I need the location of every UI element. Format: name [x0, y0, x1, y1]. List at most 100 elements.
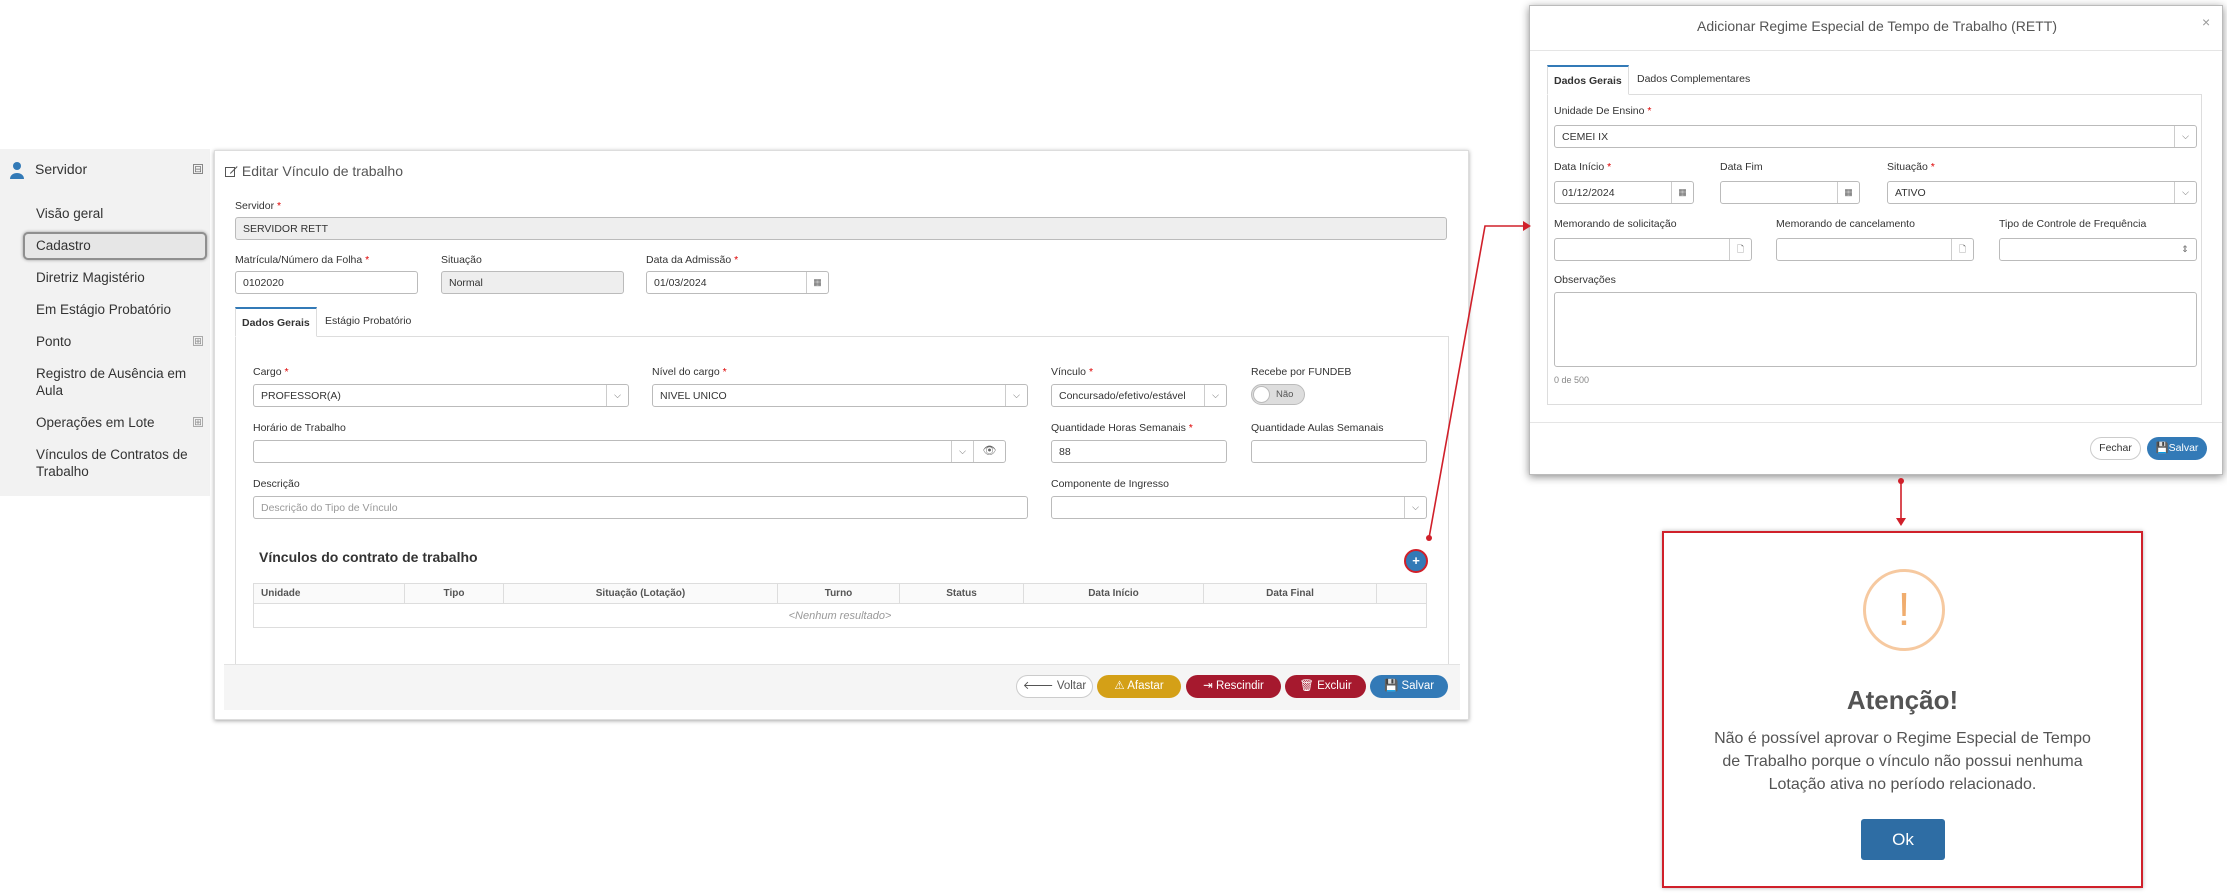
collapse-icon[interactable]: ⊟	[193, 164, 203, 174]
label-text: Data Início	[1554, 161, 1605, 173]
ok-button[interactable]: Ok	[1861, 819, 1945, 860]
chevron-down-icon[interactable]: ⌵	[2174, 126, 2196, 147]
warning-icon: ⚠	[1114, 680, 1128, 692]
sidebar-item-registro-ausencia[interactable]: Registro de Ausência em Aula	[36, 365, 196, 399]
chevron-down-icon[interactable]: ⌵	[1204, 385, 1226, 406]
expand-icon[interactable]: ⊞	[193, 417, 203, 427]
col-tipo[interactable]: Tipo	[405, 584, 504, 604]
col-unidade[interactable]: Unidade	[254, 584, 405, 604]
cargo-select[interactable]: PROFESSOR(A) ⌵	[253, 384, 629, 407]
label-text: Quantidade Horas Semanais	[1051, 422, 1186, 434]
voltar-label: Voltar	[1056, 680, 1087, 692]
sidebar-item-estagio-probatorio[interactable]: Em Estágio Probatório	[36, 301, 171, 318]
tab-dados-complementares[interactable]: Dados Complementares	[1631, 65, 1756, 95]
sidebar-item-diretriz-magisterio[interactable]: Diretriz Magistério	[36, 269, 145, 286]
sidebar-item-vinculos-contratos[interactable]: Vínculos de Contratos de Trabalho	[36, 446, 201, 480]
nivel-label: Nível do cargo *	[652, 366, 727, 378]
tab-dados-gerais[interactable]: Dados Gerais	[235, 307, 317, 337]
file-icon[interactable]: 🗋	[1951, 239, 1973, 260]
excluir-label: Excluir	[1317, 680, 1352, 692]
section-title: Vínculos do contrato de trabalho	[259, 549, 478, 565]
plus-icon: +	[1412, 553, 1420, 568]
salvar-button[interactable]: 💾 Salvar	[1370, 675, 1448, 698]
calendar-icon[interactable]: ▦	[806, 272, 828, 293]
sidebar-item-ponto[interactable]: Ponto	[36, 333, 71, 350]
afastar-label: Afastar	[1127, 680, 1164, 692]
sidebar-header[interactable]: Servidor ⊟	[0, 149, 210, 191]
alert-message: Não é possível aprovar o Regime Especial…	[1714, 730, 2091, 793]
modal-salvar-button[interactable]: 💾Salvar	[2147, 437, 2207, 460]
cargo-value: PROFESSOR(A)	[261, 390, 341, 402]
matricula-field[interactable]: 0102020	[235, 271, 418, 294]
eye-icon[interactable]: 👁	[973, 441, 1005, 462]
tipo-freq-select[interactable]: ⇕	[1999, 238, 2197, 261]
label-text: Unidade De Ensino	[1554, 105, 1645, 117]
sort-icon[interactable]: ⇕	[2174, 239, 2196, 260]
calendar-icon[interactable]: ▦	[1671, 182, 1693, 203]
observacoes-textarea[interactable]	[1554, 292, 2197, 367]
expand-icon[interactable]: ⊞	[193, 336, 203, 346]
afastar-button[interactable]: ⚠ Afastar	[1097, 675, 1181, 698]
data-inicio-field[interactable]: 01/12/2024 ▦	[1554, 181, 1694, 204]
situacao-field[interactable]: Normal	[441, 271, 624, 294]
panel-tabs: Dados Gerais Estágio Probatório	[235, 307, 1449, 337]
horario-label: Horário de Trabalho	[253, 422, 346, 434]
col-data-final[interactable]: Data Final	[1204, 584, 1377, 604]
descricao-field[interactable]: Descrição do Tipo de Vínculo	[253, 496, 1028, 519]
col-status[interactable]: Status	[900, 584, 1024, 604]
edit-icon	[225, 166, 238, 177]
exclamation-symbol: !	[1897, 583, 1911, 635]
componente-select[interactable]: ⌵	[1051, 496, 1427, 519]
voltar-button[interactable]: 🡐 Voltar	[1016, 675, 1093, 698]
tab-dados-gerais[interactable]: Dados Gerais	[1547, 65, 1629, 95]
sidebar-item-operacoes-lote[interactable]: Operações em Lote	[36, 414, 155, 431]
chevron-down-icon[interactable]: ⌵	[606, 385, 628, 406]
chevron-down-icon[interactable]: ⌵	[2174, 182, 2196, 203]
unidade-select[interactable]: CEMEI IX ⌵	[1554, 125, 2197, 148]
col-situacao[interactable]: Situação (Lotação)	[504, 584, 778, 604]
chevron-down-icon[interactable]: ⌵	[1404, 497, 1426, 518]
admissao-field[interactable]: 01/03/2024 ▦	[646, 271, 829, 294]
memo-canc-field[interactable]: 🗋	[1776, 238, 1974, 261]
chevron-down-icon[interactable]: ⌵	[951, 441, 973, 462]
tab-estagio-probatorio[interactable]: Estágio Probatório	[319, 307, 417, 337]
sidebar-item-cadastro[interactable]: Cadastro	[36, 237, 91, 254]
excluir-button[interactable]: 🗑 Excluir	[1285, 675, 1366, 698]
nivel-value: NIVEL UNICO	[660, 390, 727, 402]
col-turno[interactable]: Turno	[778, 584, 900, 604]
data-fim-field[interactable]: ▦	[1720, 181, 1860, 204]
rescindir-button[interactable]: ⇥ Rescindir	[1186, 675, 1281, 698]
descricao-label: Descrição	[253, 478, 300, 490]
data-fim-label: Data Fim	[1720, 161, 1763, 173]
empty-message: <Nenhum resultado>	[788, 610, 892, 622]
save-icon: 💾	[1383, 680, 1402, 692]
add-vinculo-button[interactable]: +	[1404, 549, 1428, 573]
modal-situacao-label: Situação *	[1887, 161, 1935, 173]
aulas-field[interactable]	[1251, 440, 1427, 463]
modal-situacao-select[interactable]: ATIVO ⌵	[1887, 181, 2197, 204]
attention-alert: ! Atenção! Não é possível aprovar o Regi…	[1662, 531, 2143, 888]
admissao-value: 01/03/2024	[654, 277, 707, 289]
calendar-icon[interactable]: ▦	[1837, 182, 1859, 203]
vinculo-select[interactable]: Concursado/efetivo/estável ⌵	[1051, 384, 1227, 407]
admissao-label: Data da Admissão *	[646, 254, 739, 266]
memo-solic-field[interactable]: 🗋	[1554, 238, 1752, 261]
servidor-field[interactable]: SERVIDOR RETT	[235, 217, 1447, 240]
cargo-label: Cargo *	[253, 366, 289, 378]
chevron-down-icon[interactable]: ⌵	[1005, 385, 1027, 406]
servidor-label: Servidor *	[235, 200, 282, 212]
user-icon	[10, 162, 24, 179]
sidebar-item-visao-geral[interactable]: Visão geral	[36, 205, 103, 222]
nivel-select[interactable]: NIVEL UNICO ⌵	[652, 384, 1028, 407]
horas-field[interactable]: 88	[1051, 440, 1227, 463]
col-data-inicio[interactable]: Data Início	[1024, 584, 1204, 604]
close-icon[interactable]: ×	[2202, 14, 2210, 30]
toggle-knob	[1253, 386, 1270, 403]
file-icon[interactable]: 🗋	[1729, 239, 1751, 260]
panel-title-text: Editar Vínculo de trabalho	[241, 163, 403, 179]
fechar-button[interactable]: Fechar	[2090, 437, 2141, 460]
fundeb-toggle[interactable]: Não	[1251, 384, 1305, 405]
horario-select[interactable]: ⌵ 👁	[253, 440, 1006, 463]
situacao-value: ATIVO	[1895, 187, 1926, 199]
label-text: Vínculo	[1051, 366, 1087, 378]
